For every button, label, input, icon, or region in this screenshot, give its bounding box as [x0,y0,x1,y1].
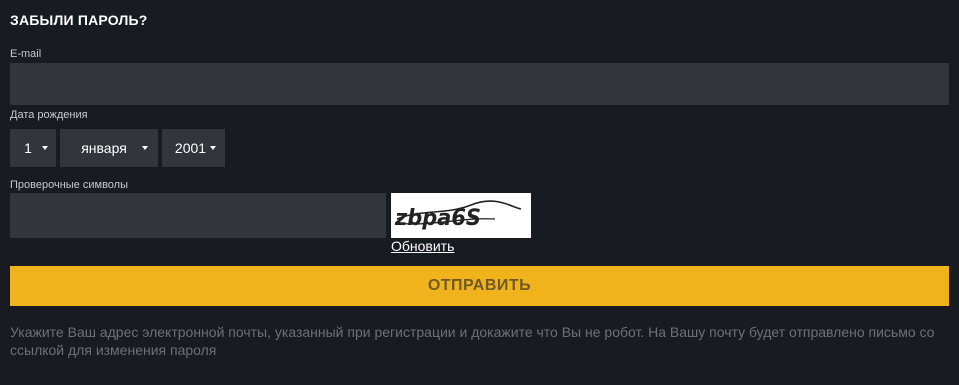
captcha-input[interactable] [10,193,386,238]
captcha-graphic: zbpa6S [394,200,522,231]
year-value: 2001 [174,140,207,156]
chevron-down-icon [142,146,148,150]
page-title: ЗАБЫЛИ ПАРОЛЬ? [10,12,148,28]
day-select[interactable]: 1 [10,129,56,167]
chevron-down-icon [42,146,48,150]
year-select[interactable]: 2001 [162,129,225,167]
captcha-label: Проверочные символы [10,179,128,191]
submit-button[interactable]: ОТПРАВИТЬ [10,266,949,306]
day-value: 1 [24,140,32,156]
captcha-text: zbpa6S [394,206,481,231]
email-label: E-mail [10,48,42,60]
captcha-image: zbpa6S [391,193,531,238]
help-note: Укажите Ваш адрес электронной почты, ука… [10,324,935,358]
birthdate-label: Дата рождения [10,109,88,121]
month-select[interactable]: января [60,129,158,167]
email-field[interactable] [10,63,949,105]
captcha-refresh-link[interactable]: Обновить [391,238,454,254]
chevron-down-icon [210,146,216,150]
month-value: января [81,140,127,156]
